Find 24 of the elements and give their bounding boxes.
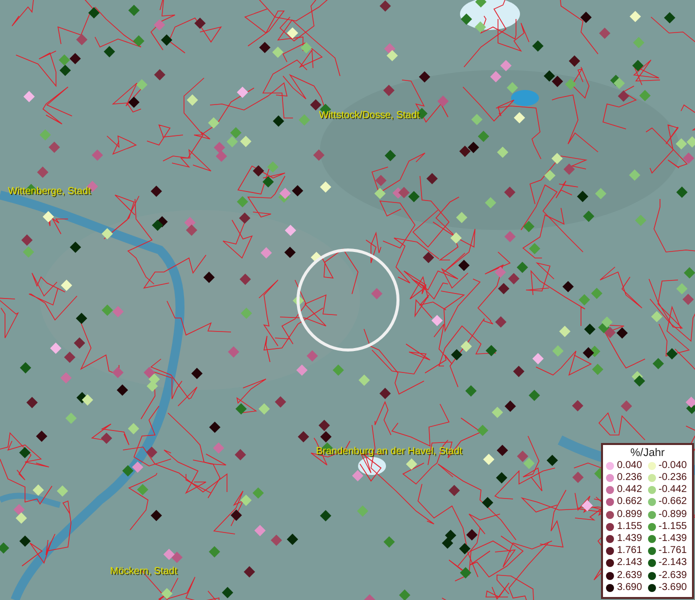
legend-label: 2.639 [617, 570, 642, 582]
legend-label: 1.155 [617, 520, 642, 533]
legend-label: -0.662 [658, 496, 687, 509]
legend-label: 3.690 [617, 582, 642, 594]
legend-label: -1.155 [658, 520, 687, 533]
legend-label: 1.761 [617, 545, 642, 558]
legend-label: 0.236 [617, 472, 642, 484]
legend-label: 0.040 [617, 460, 642, 472]
place-label: Möckern, Stadt [110, 566, 178, 578]
legend-label: -2.143 [658, 557, 687, 570]
legend-label: -3.690 [658, 582, 687, 594]
legend-label: -0.040 [658, 460, 687, 472]
legend-title: %/Jahr [629, 446, 666, 460]
legend-label: -0.236 [658, 472, 687, 484]
legend-label: 0.662 [617, 496, 642, 509]
legend-label: 0.899 [617, 508, 642, 521]
legend-label: 1.439 [617, 532, 642, 546]
legend-label: -0.442 [658, 484, 687, 496]
legend-label: -0.899 [658, 508, 687, 521]
legend-label: -1.761 [658, 545, 687, 558]
legend-label: -2.639 [658, 570, 687, 582]
legend-label: 2.143 [617, 557, 642, 570]
legend-label: 0.442 [617, 484, 642, 496]
legend-label: -1.439 [658, 532, 687, 546]
